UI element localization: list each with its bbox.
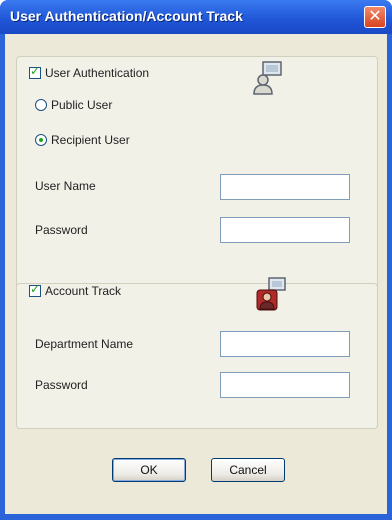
check-icon: ✓: [30, 64, 41, 78]
cancel-button[interactable]: Cancel: [211, 458, 285, 482]
title-bar[interactable]: User Authentication/Account Track ✕: [0, 0, 392, 34]
account-track-label: Account Track: [45, 284, 122, 298]
department-name-input[interactable]: [220, 331, 350, 357]
public-user-radio[interactable]: Public User: [35, 98, 112, 112]
recipient-user-radio[interactable]: Recipient User: [35, 133, 130, 147]
department-name-label: Department Name: [35, 337, 134, 351]
user-name-input[interactable]: [220, 174, 350, 200]
account-track-checkbox[interactable]: ✓ Account Track: [29, 282, 122, 298]
radio-selected-dot: [39, 138, 43, 142]
dialog-client-area: ✓ User Authentication Public User Recipi…: [5, 34, 387, 514]
password-input[interactable]: [220, 217, 350, 243]
checkbox-box[interactable]: ✓: [29, 64, 41, 79]
ok-button[interactable]: OK: [112, 458, 186, 482]
checkbox-box[interactable]: ✓: [29, 282, 41, 297]
recipient-user-label: Recipient User: [51, 133, 130, 147]
password-label: Password: [35, 223, 88, 237]
account-user-icon: [256, 277, 286, 311]
account-password-label: Password: [35, 378, 88, 392]
user-authentication-checkbox[interactable]: ✓ User Authentication: [29, 64, 150, 80]
close-icon: ✕: [368, 8, 382, 25]
public-user-label: Public User: [51, 98, 113, 112]
check-icon: ✓: [30, 282, 41, 296]
dialog-window: User Authentication/Account Track ✕ ✓ Us…: [0, 0, 392, 520]
user-authentication-group: [16, 56, 378, 288]
user-authentication-label: User Authentication: [45, 66, 150, 80]
radio-circle[interactable]: [35, 99, 47, 111]
user-name-label: User Name: [35, 179, 96, 193]
window-title: User Authentication/Account Track: [10, 8, 243, 24]
account-password-input[interactable]: [220, 372, 350, 398]
radio-circle[interactable]: [35, 134, 47, 146]
user-computer-icon: [253, 61, 282, 95]
close-button[interactable]: ✕: [364, 6, 386, 28]
